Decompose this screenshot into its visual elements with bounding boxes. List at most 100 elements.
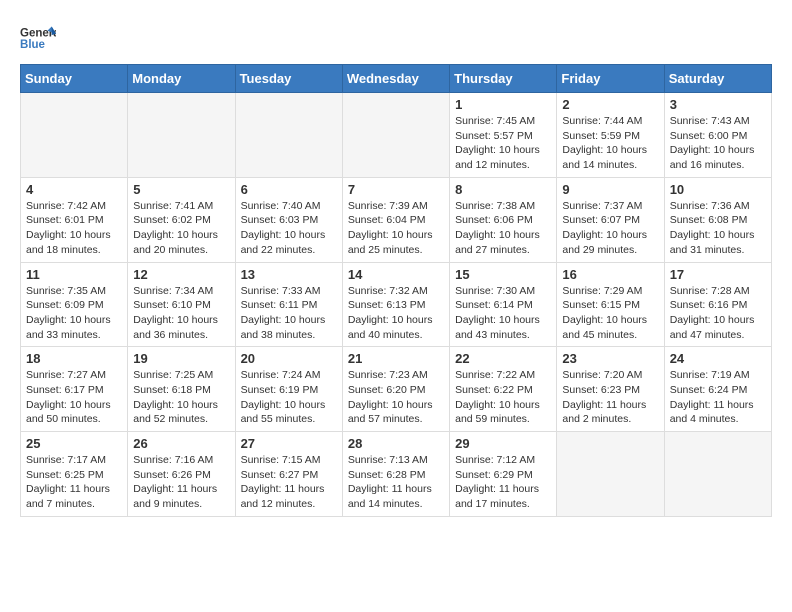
day-info: Sunrise: 7:35 AMSunset: 6:09 PMDaylight:… (26, 284, 122, 343)
calendar-cell: 21 Sunrise: 7:23 AMSunset: 6:20 PMDayligh… (342, 347, 449, 432)
calendar-cell (664, 432, 771, 517)
day-number: 23 (562, 351, 658, 366)
day-number: 6 (241, 182, 337, 197)
day-number: 2 (562, 97, 658, 112)
day-info: Sunrise: 7:16 AMSunset: 6:26 PMDaylight:… (133, 453, 229, 512)
day-info: Sunrise: 7:23 AMSunset: 6:20 PMDaylight:… (348, 368, 444, 427)
calendar-cell: 22 Sunrise: 7:22 AMSunset: 6:22 PMDayligh… (450, 347, 557, 432)
day-info: Sunrise: 7:28 AMSunset: 6:16 PMDaylight:… (670, 284, 766, 343)
calendar-cell: 10Sunrise: 7:36 AMSunset: 6:08 PMDayligh… (664, 177, 771, 262)
day-number: 17 (670, 267, 766, 282)
calendar-cell (342, 93, 449, 178)
day-info: Sunrise: 7:27 AMSunset: 6:17 PMDaylight:… (26, 368, 122, 427)
weekday-header-monday: Monday (128, 65, 235, 93)
day-number: 18 (26, 351, 122, 366)
weekday-header-saturday: Saturday (664, 65, 771, 93)
day-info: Sunrise: 7:20 AMSunset: 6:23 PMDaylight:… (562, 368, 658, 427)
day-number: 11 (26, 267, 122, 282)
calendar-header-row: SundayMondayTuesdayWednesdayThursdayFrid… (21, 65, 772, 93)
day-info: Sunrise: 7:19 AMSunset: 6:24 PMDaylight:… (670, 368, 766, 427)
day-number: 8 (455, 182, 551, 197)
day-info: Sunrise: 7:38 AMSunset: 6:06 PMDaylight:… (455, 199, 551, 258)
calendar-week-5: 25 Sunrise: 7:17 AMSunset: 6:25 PMDayligh… (21, 432, 772, 517)
calendar-cell: 13 Sunrise: 7:33 AMSunset: 6:11 PMDayligh… (235, 262, 342, 347)
day-info: Sunrise: 7:43 AMSunset: 6:00 PMDaylight:… (670, 114, 766, 173)
day-number: 13 (241, 267, 337, 282)
calendar-cell: 4 Sunrise: 7:42 AMSunset: 6:01 PMDaylight… (21, 177, 128, 262)
calendar-week-1: 1Sunrise: 7:45 AMSunset: 5:57 PMDaylight… (21, 93, 772, 178)
calendar-cell: 14 Sunrise: 7:32 AMSunset: 6:13 PMDayligh… (342, 262, 449, 347)
calendar-cell: 3 Sunrise: 7:43 AMSunset: 6:00 PMDaylight… (664, 93, 771, 178)
page-header: General Blue (20, 16, 772, 56)
day-info: Sunrise: 7:17 AMSunset: 6:25 PMDaylight:… (26, 453, 122, 512)
day-number: 12 (133, 267, 229, 282)
calendar-cell: 2 Sunrise: 7:44 AMSunset: 5:59 PMDaylight… (557, 93, 664, 178)
day-number: 9 (562, 182, 658, 197)
svg-text:Blue: Blue (20, 39, 46, 51)
calendar-cell: 24 Sunrise: 7:19 AMSunset: 6:24 PMDayligh… (664, 347, 771, 432)
calendar-cell: 27Sunrise: 7:15 AMSunset: 6:27 PMDayligh… (235, 432, 342, 517)
calendar-cell: 19Sunrise: 7:25 AMSunset: 6:18 PMDayligh… (128, 347, 235, 432)
day-number: 1 (455, 97, 551, 112)
calendar-cell: 25 Sunrise: 7:17 AMSunset: 6:25 PMDayligh… (21, 432, 128, 517)
weekday-header-sunday: Sunday (21, 65, 128, 93)
day-info: Sunrise: 7:33 AMSunset: 6:11 PMDaylight:… (241, 284, 337, 343)
calendar-cell: 1Sunrise: 7:45 AMSunset: 5:57 PMDaylight… (450, 93, 557, 178)
calendar-cell (128, 93, 235, 178)
calendar-cell: 18 Sunrise: 7:27 AMSunset: 6:17 PMDayligh… (21, 347, 128, 432)
day-info: Sunrise: 7:22 AMSunset: 6:22 PMDaylight:… (455, 368, 551, 427)
day-info: Sunrise: 7:15 AMSunset: 6:27 PMDaylight:… (241, 453, 337, 512)
day-number: 21 (348, 351, 444, 366)
day-number: 29 (455, 436, 551, 451)
day-info: Sunrise: 7:32 AMSunset: 6:13 PMDaylight:… (348, 284, 444, 343)
calendar-week-2: 4 Sunrise: 7:42 AMSunset: 6:01 PMDaylight… (21, 177, 772, 262)
day-number: 20 (241, 351, 337, 366)
day-info: Sunrise: 7:13 AMSunset: 6:28 PMDaylight:… (348, 453, 444, 512)
day-info: Sunrise: 7:41 AMSunset: 6:02 PMDaylight:… (133, 199, 229, 258)
day-info: Sunrise: 7:34 AMSunset: 6:10 PMDaylight:… (133, 284, 229, 343)
day-number: 7 (348, 182, 444, 197)
day-number: 10 (670, 182, 766, 197)
day-number: 24 (670, 351, 766, 366)
calendar-week-4: 18 Sunrise: 7:27 AMSunset: 6:17 PMDayligh… (21, 347, 772, 432)
calendar-cell: 28 Sunrise: 7:13 AMSunset: 6:28 PMDayligh… (342, 432, 449, 517)
day-info: Sunrise: 7:12 AMSunset: 6:29 PMDaylight:… (455, 453, 551, 512)
calendar-cell: 26 Sunrise: 7:16 AMSunset: 6:26 PMDayligh… (128, 432, 235, 517)
logo-icon: General Blue (20, 20, 56, 56)
day-number: 15 (455, 267, 551, 282)
day-info: Sunrise: 7:30 AMSunset: 6:14 PMDaylight:… (455, 284, 551, 343)
weekday-header-thursday: Thursday (450, 65, 557, 93)
calendar-week-3: 11 Sunrise: 7:35 AMSunset: 6:09 PMDayligh… (21, 262, 772, 347)
calendar-cell: 6 Sunrise: 7:40 AMSunset: 6:03 PMDaylight… (235, 177, 342, 262)
day-number: 25 (26, 436, 122, 451)
calendar-cell: 12 Sunrise: 7:34 AMSunset: 6:10 PMDayligh… (128, 262, 235, 347)
logo: General Blue (20, 20, 56, 56)
day-number: 28 (348, 436, 444, 451)
calendar-cell (235, 93, 342, 178)
calendar-cell: 11 Sunrise: 7:35 AMSunset: 6:09 PMDayligh… (21, 262, 128, 347)
calendar-cell: 7 Sunrise: 7:39 AMSunset: 6:04 PMDaylight… (342, 177, 449, 262)
day-number: 26 (133, 436, 229, 451)
calendar-cell: 15 Sunrise: 7:30 AMSunset: 6:14 PMDayligh… (450, 262, 557, 347)
day-info: Sunrise: 7:42 AMSunset: 6:01 PMDaylight:… (26, 199, 122, 258)
calendar-cell: 23 Sunrise: 7:20 AMSunset: 6:23 PMDayligh… (557, 347, 664, 432)
calendar-cell (557, 432, 664, 517)
calendar-cell: 20Sunrise: 7:24 AMSunset: 6:19 PMDayligh… (235, 347, 342, 432)
day-info: Sunrise: 7:44 AMSunset: 5:59 PMDaylight:… (562, 114, 658, 173)
day-number: 14 (348, 267, 444, 282)
calendar-table: SundayMondayTuesdayWednesdayThursdayFrid… (20, 64, 772, 517)
calendar-cell: 9 Sunrise: 7:37 AMSunset: 6:07 PMDaylight… (557, 177, 664, 262)
calendar-cell: 8 Sunrise: 7:38 AMSunset: 6:06 PMDaylight… (450, 177, 557, 262)
day-number: 4 (26, 182, 122, 197)
day-info: Sunrise: 7:40 AMSunset: 6:03 PMDaylight:… (241, 199, 337, 258)
day-info: Sunrise: 7:39 AMSunset: 6:04 PMDaylight:… (348, 199, 444, 258)
weekday-header-friday: Friday (557, 65, 664, 93)
day-number: 3 (670, 97, 766, 112)
day-info: Sunrise: 7:37 AMSunset: 6:07 PMDaylight:… (562, 199, 658, 258)
day-number: 22 (455, 351, 551, 366)
calendar-cell: 5Sunrise: 7:41 AMSunset: 6:02 PMDaylight… (128, 177, 235, 262)
day-info: Sunrise: 7:25 AMSunset: 6:18 PMDaylight:… (133, 368, 229, 427)
calendar-cell: 17 Sunrise: 7:28 AMSunset: 6:16 PMDayligh… (664, 262, 771, 347)
weekday-header-tuesday: Tuesday (235, 65, 342, 93)
day-number: 16 (562, 267, 658, 282)
